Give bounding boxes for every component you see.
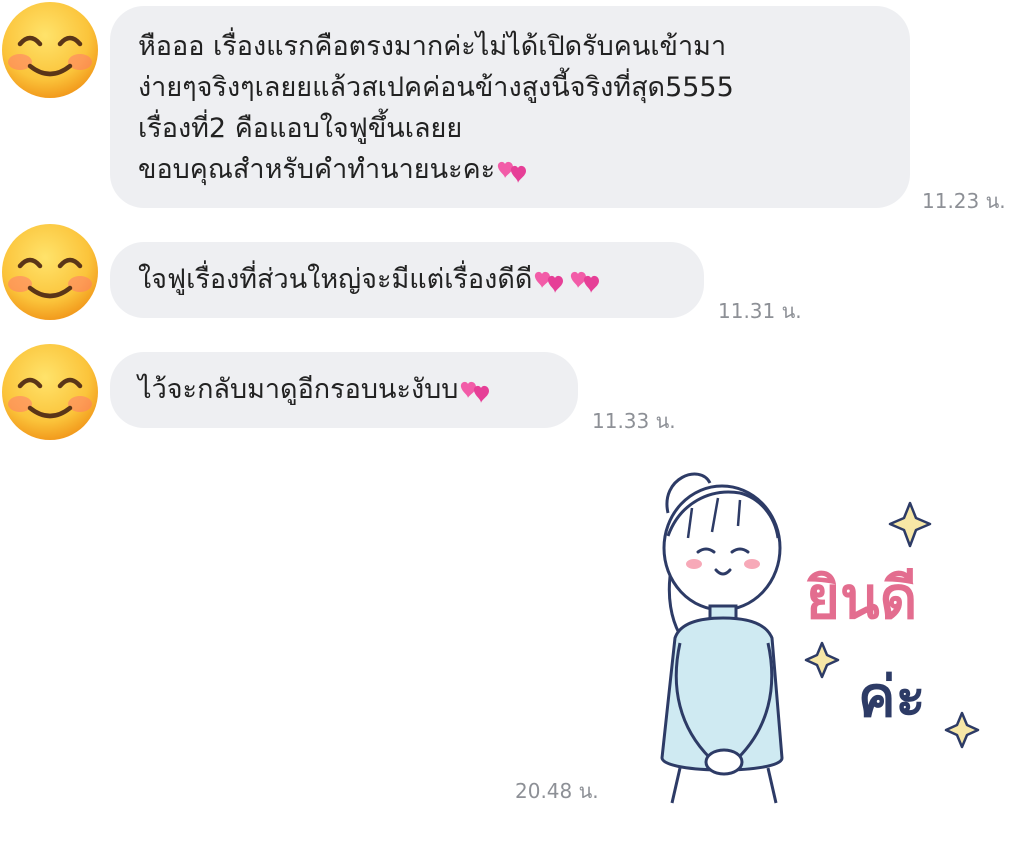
sticker-text-navy: ค่ะ <box>858 665 926 730</box>
message-bubble[interactable]: ไว้จะกลับมาดูอีกรอบนะงับบ <box>110 352 578 428</box>
message-timestamp: 11.23 น. <box>922 189 1006 213</box>
message-bubble[interactable]: หือออ เรื่องแรกคือตรงมากค่ะไม่ได้เปิดรับ… <box>110 6 910 208</box>
smiling-face-avatar[interactable] <box>0 342 100 442</box>
message-text: ไว้จะกลับมาดูอีกรอบนะงับบ <box>138 374 459 405</box>
message-bubble[interactable]: ใจฟูเรื่องที่ส่วนใหญ่จะมีแต่เรื่องดีดี <box>110 242 704 318</box>
sticker-timestamp: 20.48 น. <box>515 779 599 803</box>
message-text: หือออ เรื่องแรกคือตรงมากค่ะไม่ได้เปิดรับ… <box>138 31 727 62</box>
message-timestamp: 11.31 น. <box>718 299 802 323</box>
smiling-face-avatar[interactable] <box>0 0 100 100</box>
smiling-face-avatar[interactable] <box>0 222 100 322</box>
welcome-sticker[interactable]: ยินดี ค่ะ <box>640 458 990 808</box>
message-text: ขอบคุณสำหรับคำทำนายนะคะ <box>138 154 496 185</box>
sticker-text-pink: ยินดี <box>806 564 917 632</box>
message-timestamp: 11.33 น. <box>592 409 676 433</box>
revolving-hearts-icon <box>497 156 527 186</box>
revolving-hearts-icon <box>570 266 600 296</box>
message-text: ใจฟูเรื่องที่ส่วนใหญ่จะมีแต่เรื่องดีดี <box>138 264 533 295</box>
message-text: เรื่องที่2 คือแอบใจฟูขึ้นเลยย <box>138 113 463 144</box>
message-text: ง่ายๆจริงๆเลยยแล้วสเปคค่อนข้างสูงนี้จริง… <box>138 72 734 103</box>
revolving-hearts-icon <box>534 266 564 296</box>
revolving-hearts-icon <box>460 376 490 406</box>
sticker-illustration: ยินดี ค่ะ <box>660 472 980 804</box>
